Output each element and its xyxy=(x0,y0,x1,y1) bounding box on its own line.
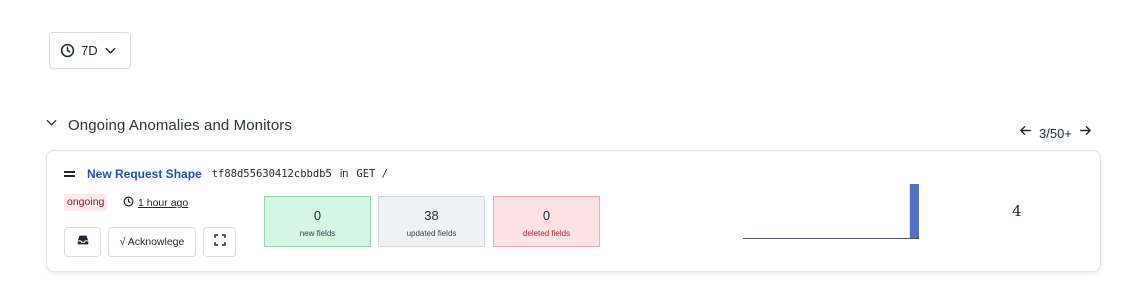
chart-bar xyxy=(909,184,919,238)
time-ago-link[interactable]: 1 hour ago xyxy=(138,197,188,209)
time-range-label: 7D xyxy=(81,43,98,58)
new-fields-count: 0 xyxy=(313,208,322,223)
anomaly-in-label: in xyxy=(339,168,349,180)
anomaly-title-link[interactable]: New Request Shape xyxy=(87,167,202,181)
updated-fields-label: updated fields xyxy=(406,229,457,238)
section-title: Ongoing Anomalies and Monitors xyxy=(68,116,292,134)
pager-count: 3/50+ xyxy=(1039,125,1072,141)
section-toggle[interactable]: Ongoing Anomalies and Monitors xyxy=(45,116,292,134)
acknowledge-button[interactable]: √ Acknowlege xyxy=(108,227,196,257)
time-range-dropdown[interactable]: 7D xyxy=(49,32,131,69)
chevron-down-icon xyxy=(104,44,117,57)
new-fields-stat: 0 new fields xyxy=(264,196,371,247)
time-ago: 1 hour ago xyxy=(123,196,188,210)
arrow-left-icon[interactable] xyxy=(1018,123,1033,143)
chevron-down-icon xyxy=(45,116,58,134)
expand-button[interactable] xyxy=(203,227,236,257)
new-fields-label: new fields xyxy=(299,229,336,238)
anomaly-hash: tf88d55630412cbbdb5 xyxy=(211,168,332,180)
expand-icon xyxy=(213,233,226,251)
updated-fields-stat: 38 updated fields xyxy=(378,196,485,247)
deleted-fields-count: 0 xyxy=(542,208,551,223)
pager: 3/50+ xyxy=(1018,123,1093,143)
event-count: 4 xyxy=(1012,202,1022,220)
status-badge: ongoing xyxy=(64,194,108,211)
anomaly-title-row: New Request Shape tf88d55630412cbbdb5 in… xyxy=(64,167,388,181)
deleted-fields-stat: 0 deleted fields xyxy=(493,196,600,247)
drag-handle-icon[interactable] xyxy=(64,170,75,178)
anomaly-endpoint: GET / xyxy=(356,168,388,180)
archive-button[interactable] xyxy=(64,227,101,257)
events-sparkline xyxy=(743,184,919,239)
updated-fields-count: 38 xyxy=(424,208,439,223)
deleted-fields-label: deleted fields xyxy=(522,229,571,238)
clock-icon xyxy=(123,196,134,210)
clock-icon xyxy=(60,43,75,58)
arrow-right-icon[interactable] xyxy=(1078,123,1093,143)
inbox-icon xyxy=(76,233,90,252)
